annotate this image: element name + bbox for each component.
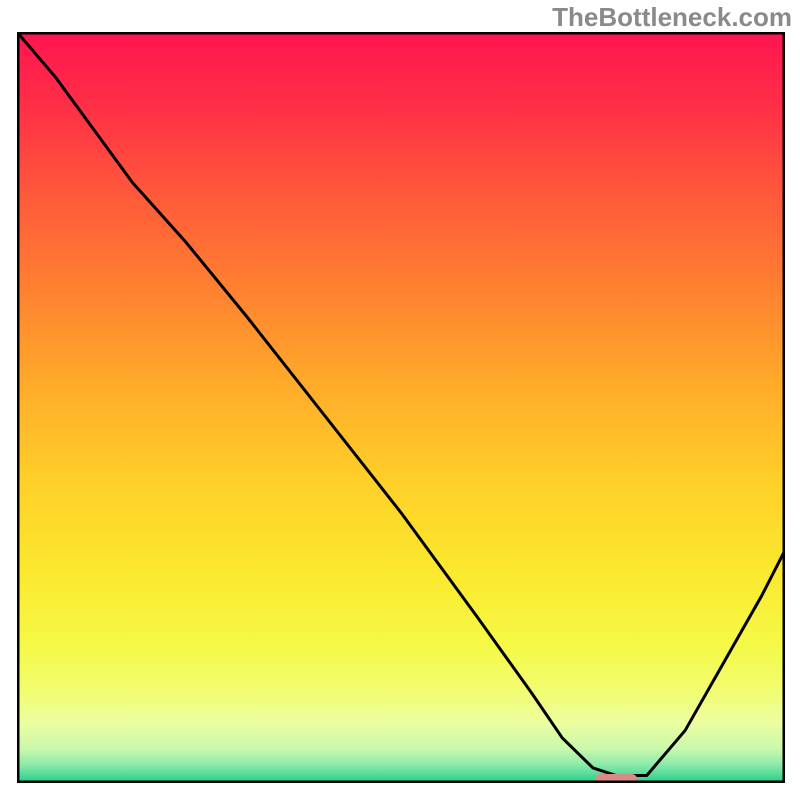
watermark-text: TheBottleneck.com — [552, 2, 792, 33]
plot-area — [17, 32, 785, 783]
chart-container: TheBottleneck.com — [0, 0, 800, 800]
gradient-background — [17, 32, 785, 783]
chart-svg — [17, 32, 785, 783]
